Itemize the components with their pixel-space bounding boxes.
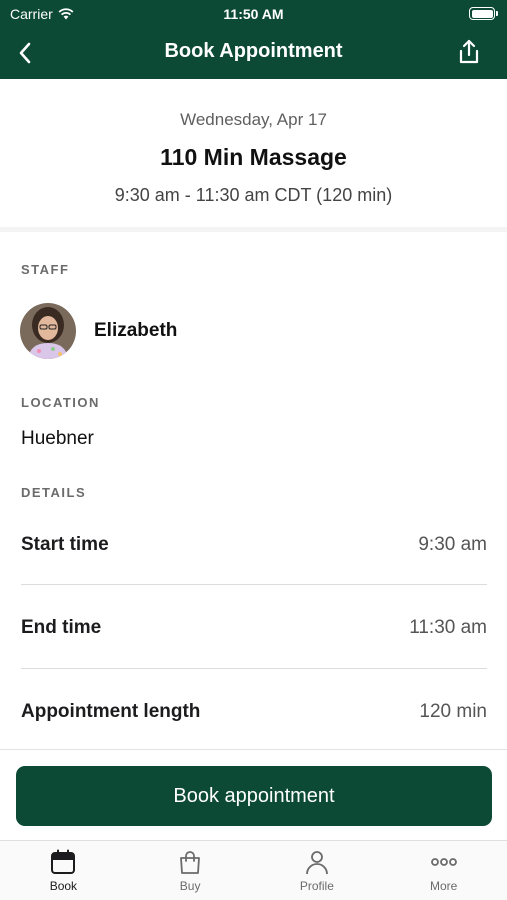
tab-profile[interactable]: Profile [254, 841, 381, 900]
calendar-icon [51, 849, 76, 874]
detail-row-appointment-length: Appointment length 120 min [21, 686, 487, 738]
detail-key: End time [21, 617, 102, 638]
share-icon [459, 39, 479, 64]
section-divider [0, 227, 507, 232]
detail-value: 11:30 am [409, 617, 487, 638]
avatar [20, 303, 76, 359]
tab-label: Buy [179, 879, 201, 893]
appointment-time-range: 9:30 am - 11:30 am CDT (120 min) [114, 185, 393, 205]
tab-label: More [429, 879, 458, 893]
tab-more[interactable]: More [380, 841, 507, 900]
appointment-date: Wednesday, Apr 17 [180, 110, 327, 129]
detail-row-end-time: End time 11:30 am [21, 602, 487, 654]
row-divider [21, 668, 487, 669]
detail-key: Appointment length [21, 701, 201, 722]
row-divider [21, 584, 487, 585]
navigation-bar: Book Appointment [0, 28, 507, 79]
staff-section-label: STAFF [21, 262, 70, 277]
staff-row: Elizabeth [20, 303, 177, 359]
tab-buy[interactable]: Buy [127, 841, 254, 900]
service-name: 110 Min Massage [160, 144, 347, 170]
detail-row-start-time: Start time 9:30 am [21, 519, 487, 571]
tab-label: Book [49, 879, 78, 893]
tab-bar: Book Buy Profile More [0, 840, 507, 900]
details-section-label: DETAILS [21, 485, 87, 500]
tab-book[interactable]: Book [0, 841, 127, 900]
status-bar: Carrier 11:50 AM [0, 0, 507, 28]
cta-container: Book appointment [0, 749, 507, 840]
appointment-summary: Wednesday, Apr 17 110 Min Massage 9:30 a… [0, 79, 507, 227]
bag-icon [180, 851, 201, 874]
detail-value: 9:30 am [418, 534, 487, 555]
battery-icon [469, 7, 498, 20]
location-section-label: LOCATION [21, 395, 100, 410]
detail-value: 120 min [419, 701, 487, 722]
page-title: Book Appointment [164, 40, 343, 62]
status-time: 11:50 AM [223, 6, 284, 22]
tab-label: Profile [299, 879, 334, 893]
detail-key: Start time [21, 534, 109, 555]
staff-name: Elizabeth [94, 320, 178, 341]
more-dots-icon [430, 858, 457, 866]
location-value: Huebner [21, 428, 94, 449]
book-appointment-button[interactable]: Book appointment [16, 766, 492, 826]
share-button[interactable] [457, 39, 483, 67]
person-icon [305, 851, 328, 875]
